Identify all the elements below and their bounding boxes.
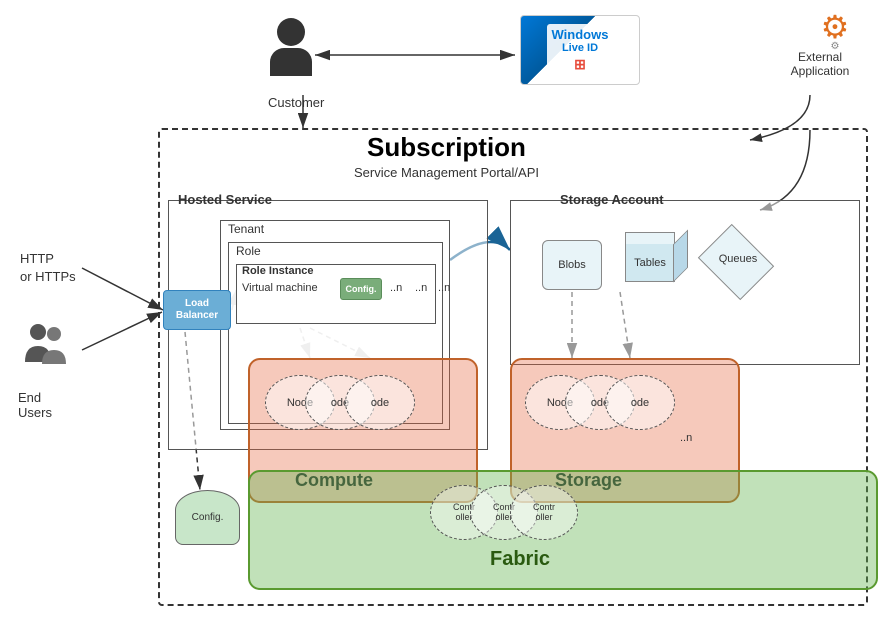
external-app-label: External Application: [770, 50, 870, 78]
end-users-icon: [20, 320, 80, 375]
blobs-box: Blobs: [542, 240, 602, 290]
end-users-label: End Users: [18, 390, 52, 420]
compute-node-3: ode: [345, 375, 415, 430]
config-button[interactable]: Config.: [340, 278, 382, 300]
dot-n-3: ..n: [438, 282, 450, 294]
storage-dot-n: ..n: [680, 432, 692, 444]
blobs-label: Blobs: [558, 259, 586, 271]
windows-live-label: Windows Live ID ⊞: [547, 24, 614, 76]
service-mgmt-label: Service Management Portal/API: [0, 165, 893, 180]
diagram-container: Customer Windows Live ID ⊞ ⚙ ⚙ External …: [0, 0, 893, 632]
vm-label: Virtual machine: [242, 282, 318, 294]
hosted-service-label: Hosted Service: [178, 192, 272, 207]
dot-n-2: ..n: [415, 282, 427, 294]
customer-label: Customer: [268, 95, 324, 110]
dot-n-1: ..n: [390, 282, 402, 294]
role-label: Role: [236, 244, 261, 258]
load-balancer: Load Balancer: [163, 290, 231, 330]
subscription-title: Subscription: [0, 132, 893, 163]
tables-label: Tables: [634, 257, 666, 269]
end-users-area: [20, 320, 80, 378]
storage-node-3: ode: [605, 375, 675, 430]
tenant-label: Tenant: [228, 222, 264, 236]
controller-3: Controller: [510, 485, 578, 540]
tables-3d: Tables: [625, 232, 685, 287]
external-app-area: ⚙ ⚙: [790, 8, 880, 52]
config-cylinder: Config.: [175, 490, 240, 545]
storage-node-3-label: ode: [631, 397, 649, 409]
queues-label: Queues: [708, 253, 768, 265]
config-cylinder-label: Config.: [192, 512, 224, 523]
compute-node-3-label: ode: [371, 397, 389, 409]
http-label: HTTP or HTTPs: [20, 250, 76, 286]
controller-3-label: Controller: [533, 503, 555, 523]
customer-icon: [270, 18, 312, 76]
storage-account-label: Storage Account: [560, 192, 664, 207]
role-instance-label: Role Instance: [242, 265, 314, 277]
windows-live-box: Windows Live ID ⊞: [520, 15, 640, 85]
fabric-label: Fabric: [490, 548, 550, 571]
